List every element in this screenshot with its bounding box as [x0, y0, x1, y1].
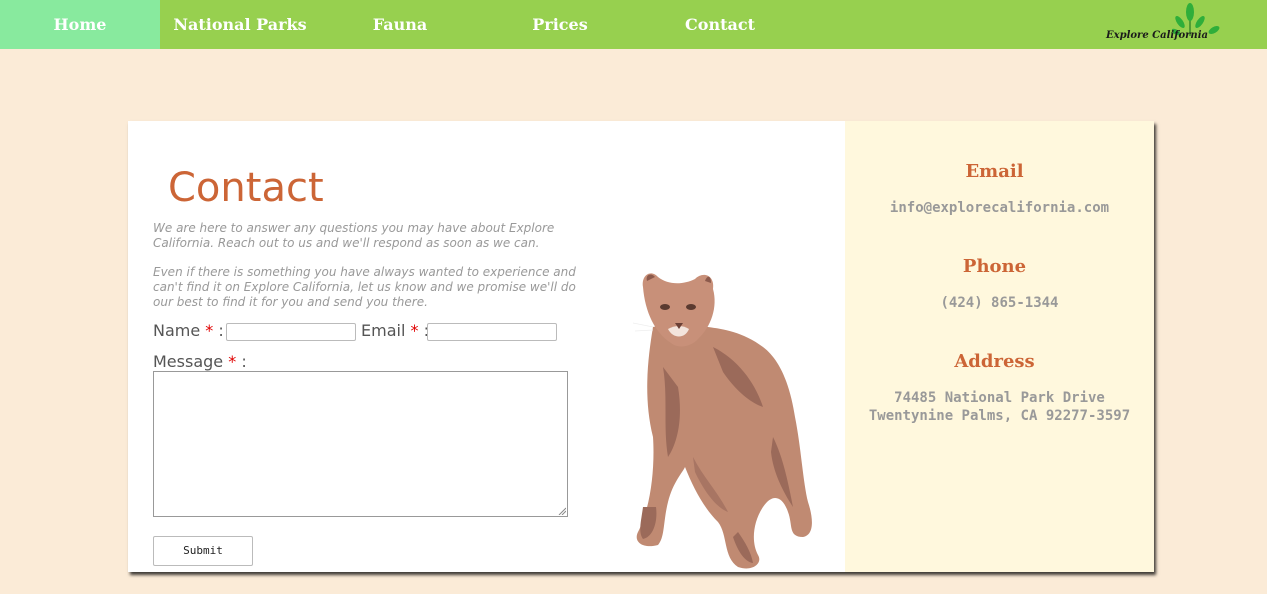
message-label: Message * : [153, 352, 247, 371]
intro-paragraph-2: Even if there is something you have alwa… [153, 265, 576, 309]
resize-grip-icon[interactable] [558, 507, 566, 515]
cougar-illustration [632, 273, 812, 569]
nav-home[interactable]: Home [0, 0, 160, 49]
nav-prices[interactable]: Prices [480, 0, 640, 49]
page-title: Contact [168, 165, 324, 211]
email-value[interactable]: info@explorecalifornia.com [845, 199, 1154, 217]
contact-info-panel: Email info@explorecalifornia.com Phone (… [845, 121, 1154, 572]
name-field[interactable] [226, 323, 356, 341]
site-logo[interactable]: Explore California [1100, 2, 1230, 46]
nav-contact[interactable]: Contact [640, 0, 800, 49]
phone-heading: Phone [962, 256, 1027, 277]
address-line-2: Twentynine Palms, CA 92277-3597 [868, 408, 1131, 424]
email-field[interactable] [427, 323, 557, 341]
content-card: Contact We are here to answer any questi… [128, 121, 1154, 572]
email-label: Email * : [361, 321, 429, 340]
phone-value: (424) 865-1344 [940, 295, 1059, 311]
submit-button[interactable]: Submit [153, 536, 253, 566]
top-nav: Home National Parks Fauna Prices Contact… [0, 0, 1267, 49]
intro-paragraph-1: We are here to answer any questions you … [153, 221, 555, 250]
message-textarea[interactable] [153, 371, 568, 517]
email-heading: Email [965, 161, 1024, 182]
nav-national-parks[interactable]: National Parks [160, 0, 320, 49]
name-label: Name * : [153, 321, 224, 340]
address-line-1: 74485 National Park Drive [894, 390, 1105, 406]
address-heading: Address [954, 351, 1035, 372]
nav-fauna[interactable]: Fauna [320, 0, 480, 49]
logo-text: Explore California [1106, 30, 1208, 41]
